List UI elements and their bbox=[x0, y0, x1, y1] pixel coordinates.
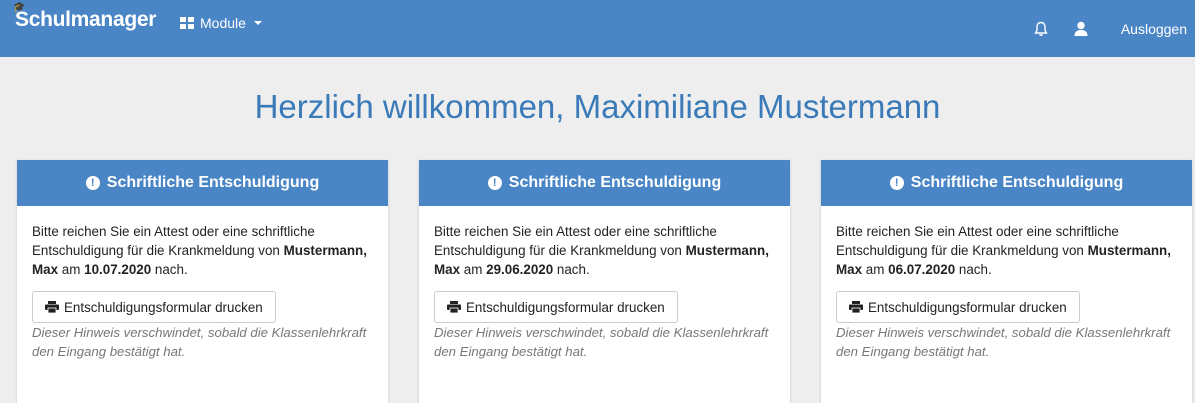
exclamation-circle-icon: ! bbox=[85, 176, 100, 190]
exclamation-circle-icon: ! bbox=[487, 176, 502, 190]
print-icon bbox=[849, 301, 863, 313]
absence-date: 29.06.2020 bbox=[486, 262, 554, 277]
brand-name: Schulmanager bbox=[15, 8, 157, 31]
excuse-card: ! Schriftliche Entschuldigung Bitte reic… bbox=[821, 160, 1192, 403]
logout-link[interactable]: Ausloggen bbox=[1101, 21, 1195, 37]
print-icon bbox=[447, 301, 461, 313]
card-message: Bitte reichen Sie ein Attest oder eine s… bbox=[32, 224, 367, 277]
card-title: Schriftliche Entschuldigung bbox=[910, 174, 1124, 191]
graduation-cap-icon: 🎓 bbox=[13, 2, 26, 13]
absence-date: 10.07.2020 bbox=[84, 262, 152, 277]
print-button-label: Entschuldigungsformular drucken bbox=[466, 299, 665, 315]
print-icon bbox=[45, 301, 59, 313]
card-hint: Dieser Hinweis verschwindet, sobald die … bbox=[836, 325, 1171, 359]
card-header: ! Schriftliche Entschuldigung bbox=[419, 160, 790, 206]
card-hint: Dieser Hinweis verschwindet, sobald die … bbox=[434, 325, 769, 359]
user-icon bbox=[1074, 21, 1088, 36]
bell-icon bbox=[1034, 21, 1048, 36]
print-form-button[interactable]: Entschuldigungsformular drucken bbox=[434, 291, 678, 323]
print-button-label: Entschuldigungsformular drucken bbox=[64, 299, 263, 315]
absence-date: 06.07.2020 bbox=[888, 262, 956, 277]
caret-down-icon bbox=[253, 21, 262, 25]
card-header: ! Schriftliche Entschuldigung bbox=[821, 160, 1192, 206]
excuse-card: ! Schriftliche Entschuldigung Bitte reic… bbox=[17, 160, 388, 403]
card-message: Bitte reichen Sie ein Attest oder eine s… bbox=[434, 224, 769, 277]
brand-logo[interactable]: 🎓 Schulmanager bbox=[13, 2, 157, 32]
print-button-label: Entschuldigungsformular drucken bbox=[868, 299, 1067, 315]
card-header: ! Schriftliche Entschuldigung bbox=[17, 160, 388, 206]
welcome-heading: Herzlich willkommen, Maximiliane Musterm… bbox=[254, 88, 941, 125]
exclamation-circle-icon: ! bbox=[889, 176, 904, 190]
modules-menu-button[interactable]: Module bbox=[180, 15, 262, 31]
print-form-button[interactable]: Entschuldigungsformular drucken bbox=[836, 291, 1080, 323]
grid-icon bbox=[180, 17, 194, 29]
top-navbar: 🎓 Schulmanager Module Ausloggen bbox=[0, 0, 1195, 57]
card-message: Bitte reichen Sie ein Attest oder eine s… bbox=[836, 224, 1171, 277]
notifications-button[interactable] bbox=[1021, 21, 1061, 37]
modules-label: Module bbox=[200, 15, 246, 31]
card-title: Schriftliche Entschuldigung bbox=[508, 174, 722, 191]
card-hint: Dieser Hinweis verschwindet, sobald die … bbox=[32, 325, 367, 359]
excuse-card: ! Schriftliche Entschuldigung Bitte reic… bbox=[419, 160, 790, 403]
user-profile-button[interactable] bbox=[1061, 21, 1101, 36]
print-form-button[interactable]: Entschuldigungsformular drucken bbox=[32, 291, 276, 323]
card-title: Schriftliche Entschuldigung bbox=[106, 174, 320, 191]
